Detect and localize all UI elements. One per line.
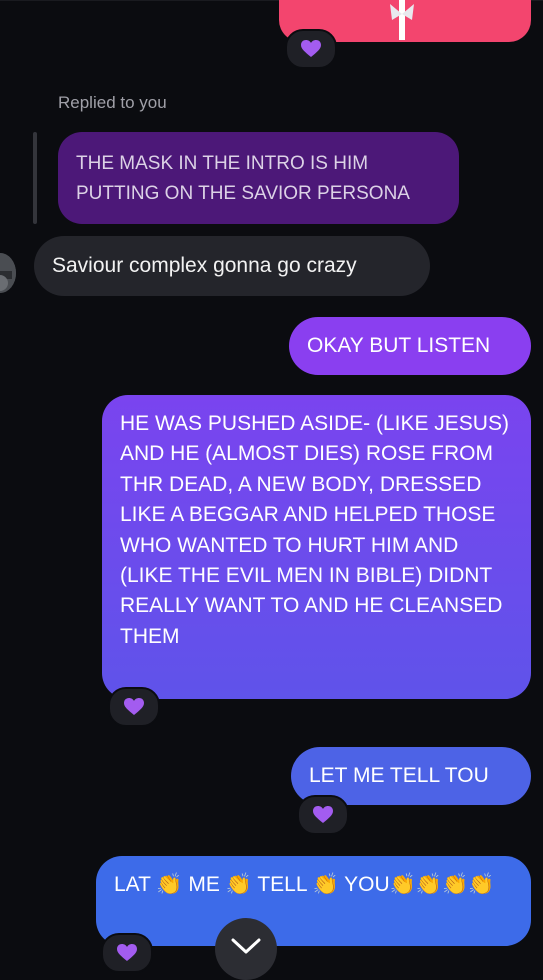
outgoing-message-bubble[interactable]: OKAY BUT LISTEN [289, 317, 531, 375]
purple-heart-icon [313, 806, 333, 823]
avatar-image [0, 253, 16, 293]
outgoing-message-bubble[interactable]: LAT 👏 ME 👏 TELL 👏 YOU👏👏👏👏 [96, 856, 531, 946]
reply-indicator-bar [33, 132, 37, 224]
reaction-badge[interactable] [101, 933, 153, 973]
scroll-to-bottom-button[interactable] [215, 918, 277, 980]
purple-heart-icon [301, 40, 321, 57]
reaction-badge[interactable] [285, 29, 337, 69]
chevron-down-icon [231, 938, 261, 954]
gift-ribbon-icon [390, 0, 414, 40]
quoted-message[interactable]: THE MASK IN THE INTRO IS HIM PUTTING ON … [58, 132, 459, 224]
incoming-message-bubble[interactable]: Saviour complex gonna go crazy [34, 236, 430, 296]
avatar[interactable] [0, 253, 16, 293]
reaction-badge[interactable] [108, 687, 160, 727]
replied-to-label: Replied to you [58, 93, 167, 112]
purple-heart-icon [117, 944, 137, 961]
outgoing-message-bubble[interactable]: HE WAS PUSHED ASIDE- (LIKE JESUS) AND HE… [102, 395, 531, 699]
reaction-badge[interactable] [297, 795, 349, 835]
purple-heart-icon [124, 698, 144, 715]
